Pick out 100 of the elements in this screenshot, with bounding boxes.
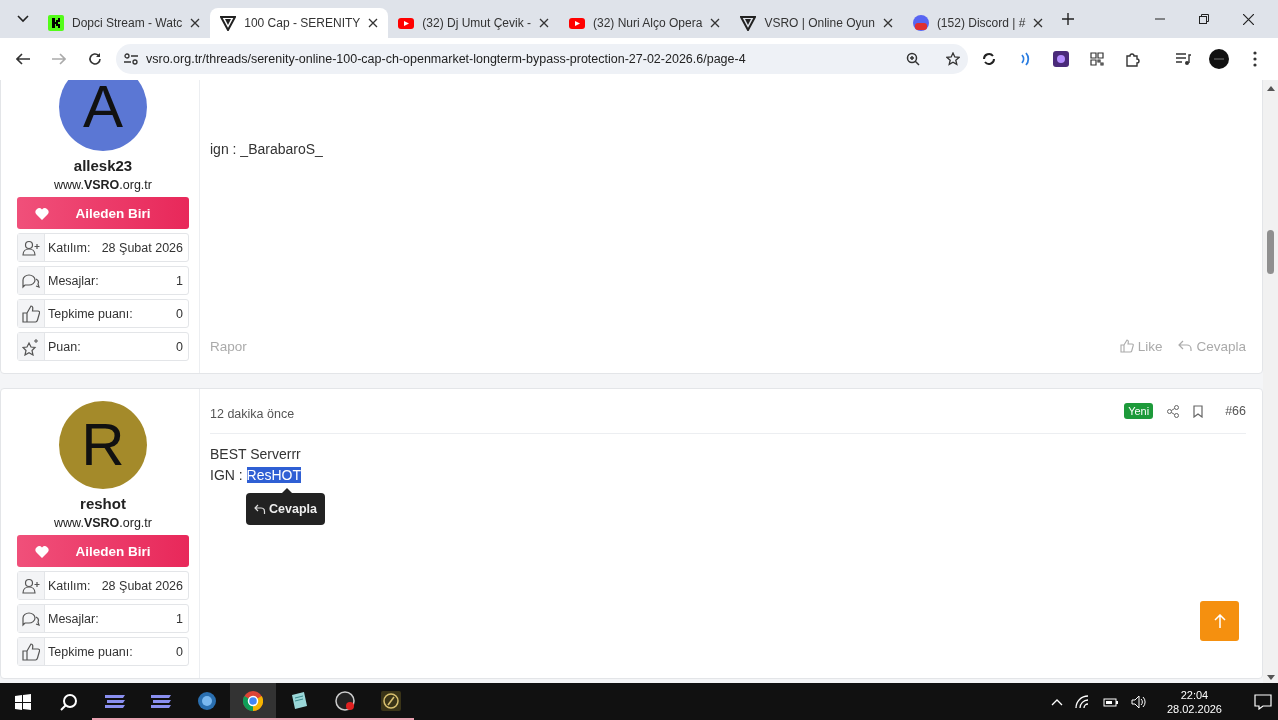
browser-tab[interactable]: (152) Discord | # <box>902 8 1054 38</box>
stat-label: Katılım: <box>48 240 92 255</box>
stat-value: 1 <box>176 273 184 288</box>
post-text: ign : _BarabaroS_ <box>210 140 324 159</box>
browser-tab[interactable]: (32) Nuri Alço Opera <box>559 8 731 38</box>
star-icon <box>946 52 960 66</box>
play-logo-icon <box>398 15 415 31</box>
username[interactable]: allesk23 <box>73 157 133 174</box>
post-time[interactable]: 12 dakika önce <box>210 406 1111 421</box>
back-arrow-icon <box>16 53 30 65</box>
search-icon <box>60 692 78 711</box>
playlist-icon <box>1175 52 1191 66</box>
windows-logo-icon <box>15 693 31 710</box>
wifi-icon <box>1074 694 1091 709</box>
stat-label: Mesajlar: <box>48 273 100 288</box>
restore-icon <box>1199 14 1209 24</box>
new-badge: Yeni <box>1124 403 1154 419</box>
puzzle-icon <box>1125 51 1141 67</box>
circle-tile-icon <box>1053 51 1069 67</box>
stat-value: 28 Şubat 2026 <box>101 240 184 255</box>
browser-tab[interactable]: Dopci Stream - Watc <box>38 8 211 38</box>
stat-label: Puan: <box>48 339 82 354</box>
profile-avatar-icon <box>1209 49 1229 69</box>
stat-value: 1 <box>176 611 184 626</box>
notification-icon <box>1254 693 1272 710</box>
notepad-icon <box>289 690 309 711</box>
user-title: www.VSRO.org.tr <box>54 516 152 530</box>
orb-icon <box>197 690 217 711</box>
close-icon <box>882 18 893 28</box>
user-avatar[interactable]: R <box>59 401 147 489</box>
stat-label: Katılım: <box>48 578 92 593</box>
banner-text: Aileden Biri <box>75 205 151 221</box>
k-logo-icon <box>48 15 64 31</box>
menu-dots-icon <box>1253 51 1257 67</box>
post-number[interactable]: #66 <box>1225 404 1246 418</box>
stat-label: Tepkime puanı: <box>48 306 134 321</box>
share-icon <box>1167 404 1180 418</box>
stripes-logo-icon <box>149 692 173 709</box>
sound-waves-icon <box>1018 52 1032 66</box>
game-emblem-icon <box>381 690 401 711</box>
clock-time[interactable]: 22:04 <box>1180 687 1209 702</box>
reload-icon <box>88 52 102 66</box>
obs-logo-icon <box>335 690 355 711</box>
sparkle-star-icon <box>22 337 40 356</box>
battery-plug-icon <box>1102 695 1119 708</box>
close-icon <box>190 18 201 28</box>
scrollbar-thumb[interactable] <box>1267 230 1274 274</box>
forward-arrow-icon <box>52 53 66 65</box>
scroll-up-arrow-icon <box>1267 86 1275 91</box>
stat-value: 0 <box>176 644 184 659</box>
add-user-icon <box>22 239 40 256</box>
chat-bubbles-icon <box>22 610 40 627</box>
heart-icon <box>35 544 50 558</box>
chrome-logo-icon <box>243 690 263 711</box>
clock-date[interactable]: 28.02.2026 <box>1166 701 1222 716</box>
scroll-down-arrow-icon <box>1267 675 1275 680</box>
browser-tab[interactable]: 100 Cap - SERENITY <box>210 8 389 38</box>
close-icon <box>710 18 721 28</box>
address-bar[interactable]: vsro.org.tr/threads/serenity-online-100-cap-ch-openmarket-longterm-bypass-protection-27-02-2026.6/page-4 <box>116 44 968 74</box>
stat-value: 0 <box>176 306 184 321</box>
heart-icon <box>35 206 50 220</box>
badge-logo-icon <box>912 15 929 31</box>
site-settings-icon <box>124 53 138 65</box>
stat-label: Mesajlar: <box>48 611 100 626</box>
arrow-up-icon <box>1213 614 1226 628</box>
chevron-down-icon <box>17 15 29 23</box>
thumbs-up-icon <box>22 642 40 661</box>
post-text: IGN : ResHOT <box>210 466 303 485</box>
browser-tab[interactable]: VSRO | Online Oyun <box>730 8 903 38</box>
browser-tab[interactable]: (32) Dj Umut Çevik - <box>388 8 559 38</box>
play-logo-icon <box>569 15 585 31</box>
url-text: vsro.org.tr/threads/serenity-online-100-cap-ch-openmarket-longterm-bypass-protection-27-02-2026.6/page-4 <box>146 52 747 66</box>
close-icon <box>1033 18 1044 28</box>
bookmark-icon <box>1193 404 1204 418</box>
close-icon <box>368 18 379 28</box>
v-logo-icon <box>220 15 237 31</box>
stat-value: 0 <box>176 339 184 354</box>
close-icon <box>1242 13 1254 25</box>
v-logo-icon <box>740 15 757 31</box>
stat-label: Tepkime puanı: <box>48 644 134 659</box>
sync-icon <box>981 51 997 67</box>
user-title: www.VSRO.org.tr <box>54 178 152 192</box>
stripes-logo-icon <box>103 692 127 709</box>
stat-value: 28 Şubat 2026 <box>101 578 184 593</box>
plus-icon <box>1062 13 1075 25</box>
banner-text: Aileden Biri <box>75 543 151 559</box>
scrollbar[interactable] <box>1263 80 1278 683</box>
add-user-icon <box>22 577 40 594</box>
chat-bubbles-icon <box>22 272 40 289</box>
user-avatar[interactable]: A <box>59 80 147 151</box>
thumbs-up-icon <box>22 304 40 323</box>
post-text: BEST Serverrr <box>210 445 302 464</box>
thumbs-up-icon <box>1119 339 1134 353</box>
reply-icon <box>1178 339 1193 353</box>
chevron-up-icon <box>1050 697 1063 706</box>
minimize-icon <box>1155 18 1165 20</box>
username[interactable]: reshot <box>80 495 126 512</box>
taskbar-app[interactable] <box>230 683 276 720</box>
qr-code-icon <box>1090 52 1104 66</box>
zoom-icon <box>906 52 920 66</box>
